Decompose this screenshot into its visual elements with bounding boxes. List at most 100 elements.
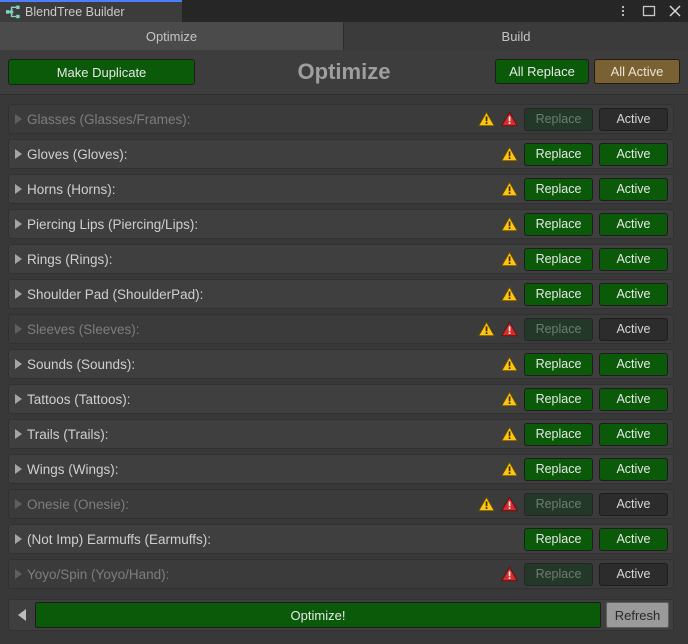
list-item[interactable]: Wings (Wings): Replace Active <box>8 454 674 484</box>
blendtree-builder-window: BlendTree Builder Optimize Build Optimiz… <box>0 0 688 644</box>
list-item-controls: Replace Active <box>501 387 673 411</box>
list-item[interactable]: Piercing Lips (Piercing/Lips): Replace Act… <box>8 209 674 239</box>
all-replace-button[interactable]: All Replace <box>495 59 589 84</box>
list-item-label: Glasses (Glasses/Frames): <box>27 111 191 127</box>
replace-button[interactable]: Replace <box>524 142 593 166</box>
list-item[interactable]: Tattoos (Tattoos): Replace Active <box>8 384 674 414</box>
list-item-controls: Replace Active <box>501 422 673 446</box>
list-item[interactable]: Sounds (Sounds): Replace Active <box>8 349 674 379</box>
active-button: Active <box>599 562 668 586</box>
list-item-controls: Replace Active <box>478 107 673 131</box>
replace-button[interactable]: Replace <box>524 282 593 306</box>
list-item-controls: Replace Active <box>501 282 673 306</box>
optimize-button[interactable]: Optimize! <box>35 602 601 628</box>
all-active-button[interactable]: All Active <box>594 59 680 84</box>
make-duplicate-button[interactable]: Make Duplicate <box>8 59 195 85</box>
list-item-controls: Replace Active <box>478 492 673 516</box>
list-item-label: Sounds (Sounds): <box>27 356 136 372</box>
foldout-triangle-icon[interactable] <box>9 139 27 169</box>
list-item[interactable]: Shoulder Pad (ShoulderPad): Replace Active <box>8 279 674 309</box>
triangle-left-icon[interactable] <box>9 599 35 631</box>
foldout-triangle-icon[interactable] <box>9 209 27 239</box>
active-button[interactable]: Active <box>599 247 668 271</box>
warning-icon <box>478 321 495 337</box>
mode-tab-bar: Optimize Build <box>0 22 688 50</box>
maximize-icon[interactable] <box>642 4 656 18</box>
refresh-button[interactable]: Refresh <box>606 602 669 628</box>
tab-optimize[interactable]: Optimize <box>0 22 344 50</box>
foldout-triangle-icon[interactable] <box>9 524 27 554</box>
foldout-triangle-icon[interactable] <box>9 454 27 484</box>
replace-button: Replace <box>524 107 593 131</box>
foldout-triangle-icon[interactable] <box>9 279 27 309</box>
close-icon[interactable] <box>668 4 682 18</box>
list-item-controls: Replace Active <box>501 212 673 236</box>
blendtree-icon <box>5 4 21 20</box>
warning-icon <box>501 426 518 442</box>
replace-button[interactable]: Replace <box>524 457 593 481</box>
tab-build-label: Build <box>501 28 531 44</box>
foldout-triangle-icon[interactable] <box>9 244 27 274</box>
list-item-controls: Replace Active <box>501 457 673 481</box>
list-item-label: Yoyo/Spin (Yoyo/Hand): <box>27 566 170 582</box>
list-item[interactable]: Horns (Horns): Replace Active <box>8 174 674 204</box>
warning-icon <box>501 146 518 162</box>
list-item-controls: Replace Active <box>501 247 673 271</box>
list-item[interactable]: Onesie (Onesie): Replace Active <box>8 489 674 519</box>
foldout-triangle-icon[interactable] <box>9 419 27 449</box>
active-button[interactable]: Active <box>599 527 668 551</box>
error-icon <box>501 566 518 582</box>
error-icon <box>501 111 518 127</box>
list-item[interactable]: Yoyo/Spin (Yoyo/Hand): Replace Active <box>8 559 674 589</box>
foldout-triangle-icon[interactable] <box>9 104 27 134</box>
active-button[interactable]: Active <box>599 142 668 166</box>
list-item-label: Gloves (Gloves): <box>27 146 128 162</box>
replace-button[interactable]: Replace <box>524 387 593 411</box>
list-item[interactable]: Gloves (Gloves): Replace Active <box>8 139 674 169</box>
active-button[interactable]: Active <box>599 352 668 376</box>
foldout-triangle-icon[interactable] <box>9 489 27 519</box>
replace-button[interactable]: Replace <box>524 352 593 376</box>
list-item-label: Shoulder Pad (ShoulderPad): <box>27 286 204 302</box>
active-button[interactable]: Active <box>599 457 668 481</box>
list-item-label: Sleeves (Sleeves): <box>27 321 140 337</box>
foldout-triangle-icon[interactable] <box>9 559 27 589</box>
active-button[interactable]: Active <box>599 177 668 201</box>
warning-icon <box>501 461 518 477</box>
kebab-menu-icon[interactable] <box>616 4 630 18</box>
list-item[interactable]: (Not Imp) Earmuffs (Earmuffs): Replace Act… <box>8 524 674 554</box>
window-tab-blendtree-builder[interactable]: BlendTree Builder <box>0 0 182 22</box>
active-button[interactable]: Active <box>599 282 668 306</box>
replace-button[interactable]: Replace <box>524 422 593 446</box>
replace-button: Replace <box>524 562 593 586</box>
foldout-triangle-icon[interactable] <box>9 384 27 414</box>
error-icon <box>501 496 518 512</box>
active-button: Active <box>599 107 668 131</box>
warning-icon <box>501 216 518 232</box>
list-item[interactable]: Sleeves (Sleeves): Replace Active <box>8 314 674 344</box>
replace-button[interactable]: Replace <box>524 177 593 201</box>
replace-button[interactable]: Replace <box>524 527 593 551</box>
foldout-triangle-icon[interactable] <box>9 314 27 344</box>
active-button[interactable]: Active <box>599 422 668 446</box>
foldout-triangle-icon[interactable] <box>9 174 27 204</box>
replace-button[interactable]: Replace <box>524 247 593 271</box>
warning-icon <box>501 286 518 302</box>
warning-icon <box>478 111 495 127</box>
footer-bar: Optimize! Refresh <box>8 599 674 631</box>
list-item-controls: Replace Active <box>501 352 673 376</box>
list-item-label: Trails (Trails): <box>27 426 109 442</box>
list-item[interactable]: Trails (Trails): Replace Active <box>8 419 674 449</box>
replace-button[interactable]: Replace <box>524 212 593 236</box>
active-button[interactable]: Active <box>599 387 668 411</box>
list-item[interactable]: Glasses (Glasses/Frames): Replace Active <box>8 104 674 134</box>
active-button[interactable]: Active <box>599 212 668 236</box>
list-item-label: Onesie (Onesie): <box>27 496 130 512</box>
foldout-triangle-icon[interactable] <box>9 349 27 379</box>
list-item[interactable]: Rings (Rings): Replace Active <box>8 244 674 274</box>
warning-icon <box>501 181 518 197</box>
list-item-controls: Replace Active <box>524 527 673 551</box>
window-controls <box>616 0 682 22</box>
warning-icon <box>501 391 518 407</box>
tab-build[interactable]: Build <box>344 22 688 50</box>
